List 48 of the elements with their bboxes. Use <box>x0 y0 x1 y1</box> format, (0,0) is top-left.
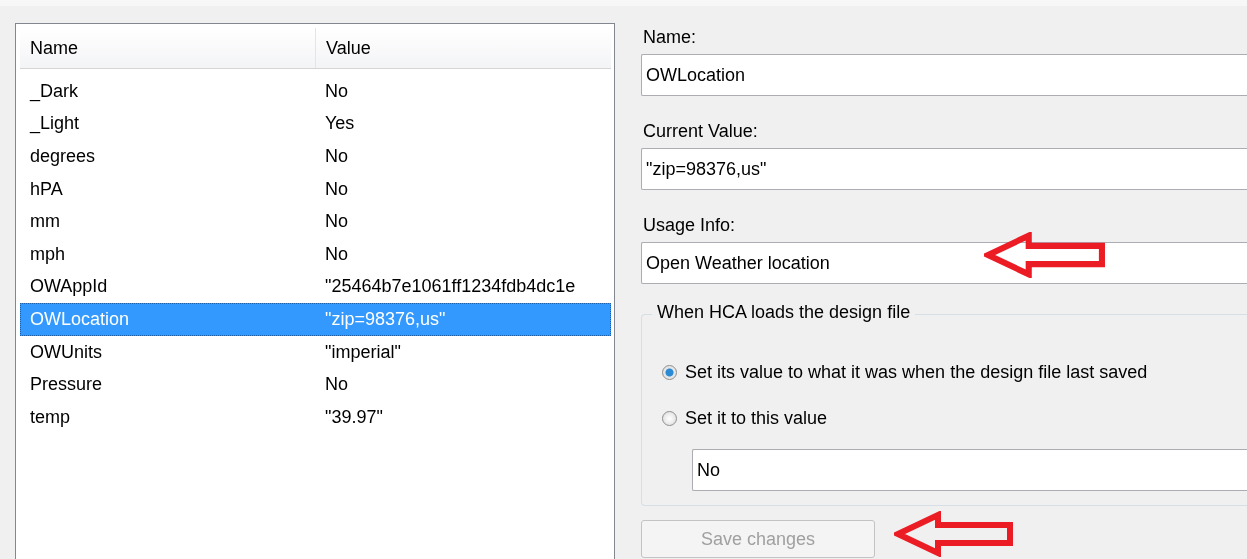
column-header[interactable]: Name <box>20 28 315 68</box>
name-cell-text: temp <box>29 406 72 428</box>
name-cell-text: OWUnits <box>29 341 103 363</box>
list-row[interactable]: mph No <box>20 237 611 271</box>
list-row[interactable]: degrees No <box>20 140 611 173</box>
list-row[interactable]: _Dark No <box>20 75 611 108</box>
column-header[interactable]: Value <box>315 28 611 68</box>
value-cell-text: "imperial" <box>324 341 402 363</box>
value-cell-text: No <box>324 146 349 167</box>
list-row[interactable]: mm No <box>20 205 611 238</box>
list-row[interactable]: OWAppId "25464b7e1061ff1234fdb4dc1e <box>20 270 611 304</box>
name-cell-text: hPA <box>29 178 64 200</box>
name-cell-text: mph <box>29 243 66 265</box>
value-cell-text: "zip=98376,us" <box>324 308 447 330</box>
value-cell-text: "39.97" <box>324 406 384 428</box>
name-cell-text: _Dark <box>28 80 79 102</box>
value-cell-text: No <box>324 243 349 265</box>
value-field[interactable]: No <box>692 449 1247 491</box>
name-cell-text: degrees <box>29 146 97 167</box>
radio-label[interactable]: Set it to this value <box>685 407 828 429</box>
name-cell-text: OWAppId <box>29 276 109 298</box>
value-cell-text: No <box>324 374 349 396</box>
value-cell-text: No <box>324 80 349 102</box>
list-row[interactable]: temp "39.97" <box>20 400 611 434</box>
field-label: Name: <box>643 26 697 48</box>
name-cell-text: mm <box>29 211 61 233</box>
text-field[interactable]: "zip=98376,us" <box>641 148 1247 190</box>
value-cell-text: Yes <box>324 113 356 135</box>
arrow-icon <box>894 511 1014 557</box>
list-row[interactable]: Pressure No <box>20 368 611 401</box>
arrow-icon <box>984 232 1106 278</box>
radio-label[interactable]: Set its value to what it was when the design file last saved <box>685 361 1148 383</box>
text-field[interactable]: Open Weather location <box>641 242 1247 284</box>
radio-button[interactable] <box>662 364 677 380</box>
list-row[interactable]: hPA No <box>20 172 611 206</box>
field-label: Usage Info: <box>643 214 737 236</box>
name-cell-text: _Light <box>28 113 81 135</box>
value-cell-text: "25464b7e1061ff1234fdb4dc1e <box>324 276 577 298</box>
list-row[interactable]: _Light Yes <box>20 107 611 141</box>
name-cell-text: Pressure <box>29 374 104 396</box>
text-field[interactable]: OWLocation <box>641 54 1247 96</box>
list-row[interactable]: OWUnits "imperial" <box>20 335 611 369</box>
name-cell-text: OWLocation <box>29 308 131 330</box>
value-cell-text: No <box>324 178 349 200</box>
field-label: Current Value: <box>643 120 759 142</box>
group-title: When HCA loads the design file <box>652 302 916 323</box>
value-cell-text: No <box>324 211 349 233</box>
radio-button[interactable] <box>662 410 677 426</box>
